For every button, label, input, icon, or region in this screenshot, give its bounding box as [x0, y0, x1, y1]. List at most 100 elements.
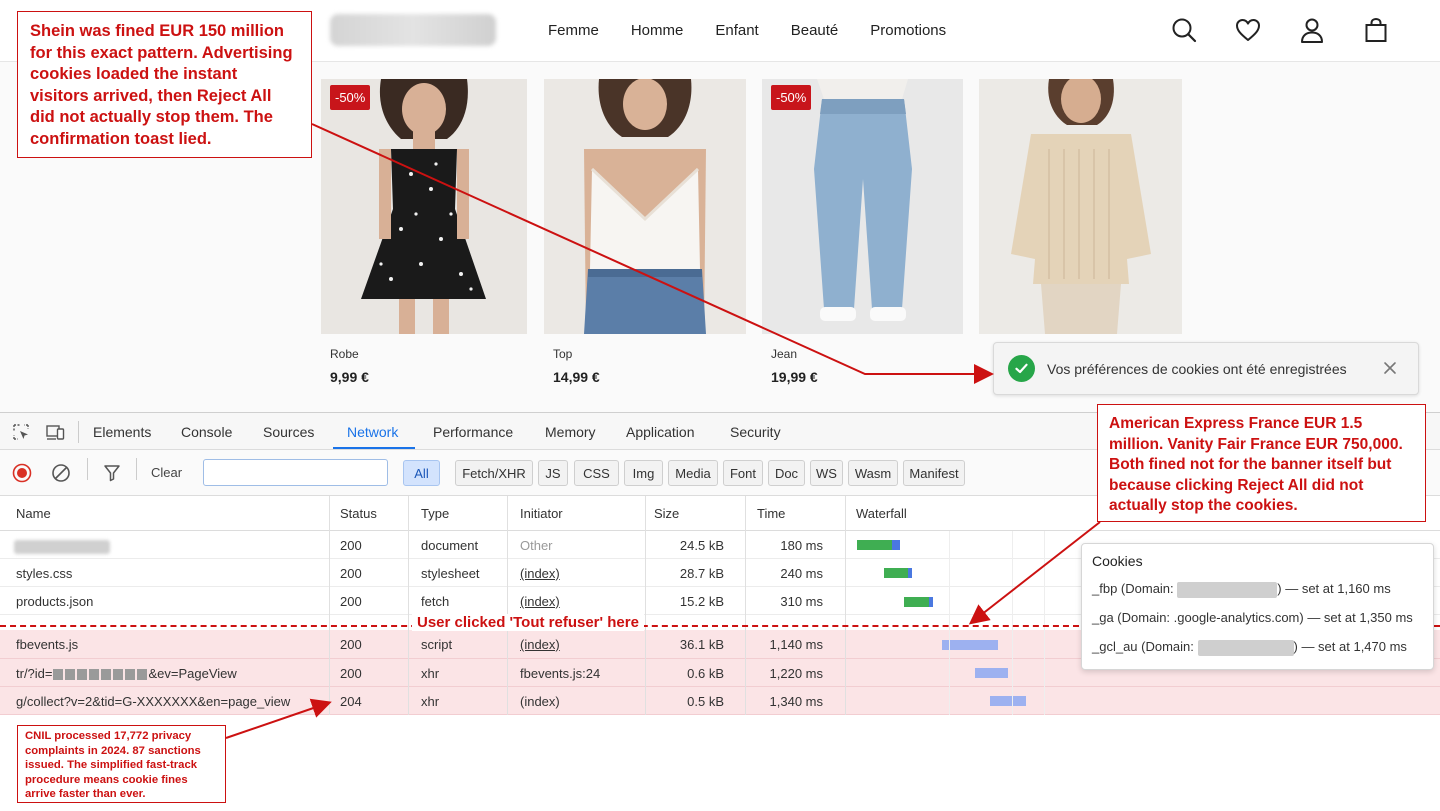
product-image[interactable]: [979, 79, 1182, 334]
chip-manifest[interactable]: Manifest: [903, 460, 965, 486]
cookie-confirmation-toast: Vos préférences de cookies ont été enreg…: [993, 342, 1419, 395]
tab-performance[interactable]: Performance: [433, 424, 513, 440]
chip-doc[interactable]: Doc: [768, 460, 805, 486]
type-cell: fetch: [421, 594, 450, 609]
type-cell: stylesheet: [421, 566, 480, 581]
size-cell: 36.1 kB: [679, 637, 724, 652]
main-nav: Femme Homme Enfant Beauté Promotions: [548, 22, 946, 39]
nav-promotions[interactable]: Promotions: [870, 22, 946, 39]
column-waterfall[interactable]: Waterfall: [856, 506, 907, 521]
check-circle-icon: [1008, 355, 1035, 382]
jeans-illustration: [762, 79, 963, 334]
filter-input[interactable]: [203, 459, 388, 486]
chip-media[interactable]: Media: [668, 460, 718, 486]
time-cell: 1,340 ms: [769, 694, 823, 709]
shopping-bag-icon[interactable]: [1362, 16, 1390, 44]
tab-console[interactable]: Console: [181, 424, 232, 440]
column-status[interactable]: Status: [340, 506, 377, 521]
waterfall-bar-waiting: [857, 540, 892, 550]
chip-js[interactable]: JS: [538, 460, 568, 486]
initiator-cell: Other: [520, 538, 553, 553]
product-price: 9,99 €: [330, 369, 369, 385]
request-name: styles.css: [16, 566, 73, 581]
record-icon[interactable]: [12, 463, 32, 483]
tab-security[interactable]: Security: [730, 424, 781, 440]
waterfall-bar-download: [929, 597, 933, 607]
cookie-entry-gcl-au: _gcl_au (Domain: ) — set at 1,470 ms: [1092, 639, 1407, 656]
chip-all[interactable]: All: [403, 460, 440, 486]
type-cell: xhr: [421, 694, 440, 709]
size-cell: 0.6 kB: [687, 666, 724, 681]
status-cell: 204: [340, 694, 362, 709]
close-icon[interactable]: [1382, 360, 1398, 376]
sale-badge: -50%: [771, 85, 812, 110]
product-image[interactable]: -50%: [762, 79, 963, 334]
product-name[interactable]: Jean: [771, 347, 797, 361]
waterfall-bar-download: [942, 640, 998, 650]
device-toolbar-icon[interactable]: [45, 422, 65, 442]
chip-fetch-xhr[interactable]: Fetch/XHR: [455, 460, 533, 486]
inspect-element-icon[interactable]: [11, 422, 31, 442]
tab-sources[interactable]: Sources: [263, 424, 314, 440]
type-cell: xhr: [421, 666, 440, 681]
toast-message: Vos préférences de cookies ont été enreg…: [1047, 360, 1347, 377]
tab-network[interactable]: Network: [347, 424, 398, 440]
column-name[interactable]: Name: [16, 506, 51, 521]
initiator-link[interactable]: (index): [520, 566, 560, 581]
tab-elements[interactable]: Elements: [93, 424, 151, 440]
annotation-cnil-complaints: CNIL processed 17,772 privacy complaints…: [17, 725, 226, 803]
waterfall-bar-waiting: [904, 597, 929, 607]
nav-homme[interactable]: Homme: [631, 22, 684, 39]
product-name[interactable]: Robe: [330, 347, 359, 361]
type-cell: document: [421, 538, 479, 553]
product-price: 19,99 €: [771, 369, 818, 385]
column-size[interactable]: Size: [654, 506, 679, 521]
size-cell: 24.5 kB: [679, 538, 724, 553]
search-icon[interactable]: [1170, 16, 1198, 44]
product-name[interactable]: Top: [553, 347, 572, 361]
chip-img[interactable]: Img: [624, 460, 663, 486]
tab-memory[interactable]: Memory: [545, 424, 596, 440]
chip-ws[interactable]: WS: [810, 460, 843, 486]
waterfall-bar-download: [975, 668, 1008, 678]
status-cell: 200: [340, 637, 362, 652]
chip-wasm[interactable]: Wasm: [848, 460, 898, 486]
cookie-entry-fbp: _fbp (Domain: ) — set at 1,160 ms: [1092, 581, 1391, 598]
dress-illustration: [321, 79, 527, 334]
column-divider: [507, 496, 508, 715]
separator: [78, 421, 79, 443]
size-cell: 0.5 kB: [687, 694, 724, 709]
header-icons: [1170, 16, 1390, 44]
column-time[interactable]: Time: [757, 506, 785, 521]
nav-beaute[interactable]: Beauté: [791, 22, 839, 39]
account-icon[interactable]: [1298, 16, 1326, 44]
product-image[interactable]: [544, 79, 746, 334]
product-image[interactable]: -50%: [321, 79, 527, 334]
initiator-cell[interactable]: (index): [520, 694, 560, 709]
chip-font[interactable]: Font: [723, 460, 763, 486]
type-cell: script: [421, 637, 453, 652]
filter-icon[interactable]: [102, 463, 122, 483]
initiator-cell[interactable]: fbevents.js:24: [520, 666, 600, 681]
column-type[interactable]: Type: [421, 506, 449, 521]
column-initiator[interactable]: Initiator: [520, 506, 563, 521]
column-divider: [845, 496, 846, 715]
initiator-link[interactable]: (index): [520, 637, 560, 652]
block-icon[interactable]: [51, 463, 71, 483]
request-name-blurred: [14, 538, 110, 554]
tab-application[interactable]: Application: [626, 424, 695, 440]
sale-badge: -50%: [330, 85, 371, 110]
clear-button[interactable]: Clear: [151, 465, 182, 480]
waterfall-gridline: [949, 531, 950, 715]
table-row-tracker[interactable]: g/collect?v=2&tid=G-XXXXXXX&en=page_view…: [0, 687, 1440, 715]
store-logo-blurred[interactable]: [330, 14, 496, 46]
chip-css[interactable]: CSS: [574, 460, 619, 486]
nav-femme[interactable]: Femme: [548, 22, 599, 39]
cookies-popover: Cookies _fbp (Domain: ) — set at 1,160 m…: [1081, 543, 1434, 670]
initiator-link[interactable]: (index): [520, 594, 560, 609]
waterfall-bar-download: [908, 568, 912, 578]
nav-enfant[interactable]: Enfant: [715, 22, 758, 39]
heart-icon[interactable]: [1234, 16, 1262, 44]
request-name: g/collect?v=2&tid=G-XXXXXXX&en=page_view: [16, 694, 291, 709]
active-tab-indicator: [333, 447, 415, 449]
